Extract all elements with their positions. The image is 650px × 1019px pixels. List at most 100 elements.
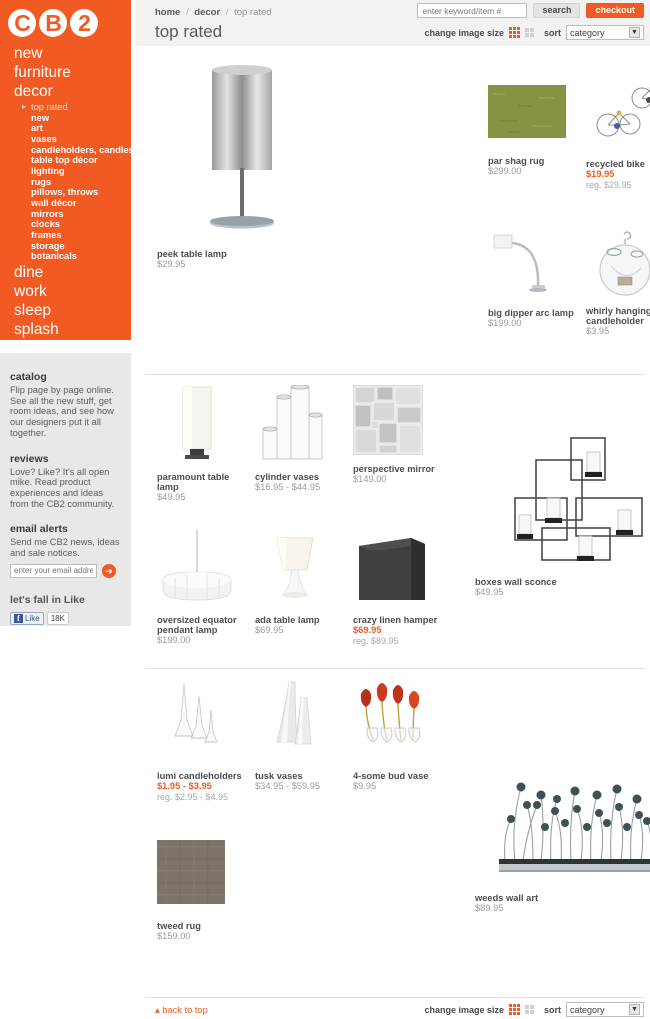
- par-shag-rug-image: [488, 85, 566, 138]
- footer-sort-select[interactable]: category ▼: [566, 1002, 644, 1017]
- product-price: $16.95 - $44.95: [255, 482, 321, 492]
- email-input[interactable]: [10, 563, 97, 578]
- product-weeds-wall-art[interactable]: weeds wall art $89.95: [475, 765, 650, 914]
- subnav-item-vases[interactable]: vases: [14, 134, 134, 146]
- subnav-item-pillows-throws[interactable]: pillows, throws: [14, 188, 134, 199]
- email-submit-arrow-icon[interactable]: ➜: [102, 563, 116, 578]
- email-alerts-text: Send me CB2 news, ideas and sale notices…: [10, 537, 120, 559]
- product-4-some-bud-vase[interactable]: 4-some bud vase $9.95: [353, 680, 448, 792]
- subnav-item-rugs[interactable]: rugs: [14, 177, 134, 188]
- section-divider-2: [145, 668, 645, 669]
- product-name: tusk vases: [255, 771, 303, 781]
- sort-select[interactable]: category ▼: [566, 25, 644, 40]
- nav-item-sleep[interactable]: sleep: [14, 301, 134, 320]
- reviews-block: reviews Love? Like? It's all open mike. …: [0, 439, 131, 510]
- page-title: top rated: [155, 22, 223, 41]
- product-tusk-vases[interactable]: tusk vases $34.95 - $59.95: [255, 680, 350, 792]
- product-price: $29.95: [157, 259, 186, 269]
- breadcrumb-decor[interactable]: decor: [194, 7, 220, 18]
- cylinder-vases-image: [262, 384, 323, 460]
- product-name: cylinder vases: [255, 472, 320, 482]
- product-name: boxes wall sconce: [475, 577, 557, 587]
- subnav-item-clocks[interactable]: clocks: [14, 220, 134, 231]
- subnav-item-wall-decor[interactable]: wall décor: [14, 198, 134, 210]
- product-oversized-equator-pendant-lamp[interactable]: oversized equator pendant lamp $199.00: [157, 528, 252, 646]
- product-par-shag-rug[interactable]: par shag rug $299.00: [488, 85, 583, 177]
- product-price: $1.95 - $3.95: [157, 781, 212, 791]
- catalog-title: catalog: [10, 371, 47, 383]
- footer-sort-value: category: [570, 1004, 605, 1015]
- subnav-item-art[interactable]: art: [14, 124, 134, 135]
- primary-navigation-panel: C B 2 new furniture decor top rated new …: [0, 0, 134, 393]
- nav-item-new[interactable]: new: [14, 45, 134, 64]
- reviews-text[interactable]: Love? Like? It's all open mike. Read pro…: [10, 467, 121, 510]
- product-regular-price: reg. $29.95: [586, 179, 632, 190]
- product-price: $49.95: [157, 492, 186, 502]
- page-header: home / decor / top rated top rated searc…: [135, 0, 650, 46]
- product-name: par shag rug: [488, 156, 545, 166]
- search-input[interactable]: [417, 3, 528, 18]
- product-name: 4-some bud vase: [353, 771, 429, 781]
- product-cylinder-vases[interactable]: cylinder vases $16.95 - $44.95: [255, 384, 350, 493]
- product-boxes-wall-sconce[interactable]: boxes wall sconce $49.95: [475, 430, 650, 598]
- nav-item-dine[interactable]: dine: [14, 264, 134, 283]
- product-tweed-rug[interactable]: tweed rug $159.00: [157, 840, 252, 942]
- footer-grid-small-icon[interactable]: [508, 1004, 520, 1015]
- checkout-button[interactable]: checkout: [586, 3, 644, 18]
- product-big-dipper-arc-lamp[interactable]: big dipper arc lamp $199.00: [488, 225, 583, 329]
- subnav-item-storage[interactable]: storage: [14, 241, 134, 252]
- like-count-badge: 18K: [46, 611, 69, 625]
- breadcrumb-separator-2: /: [225, 7, 229, 18]
- product-name: oversized equator pendant lamp: [157, 615, 237, 635]
- product-price: $69.95: [353, 625, 382, 635]
- product-name: peek table lamp: [157, 249, 227, 259]
- nav-item-furniture[interactable]: furniture: [14, 64, 134, 83]
- section-divider-1: [145, 374, 645, 375]
- search-button[interactable]: search: [533, 3, 581, 18]
- product-price: $299.00: [488, 166, 522, 176]
- product-name: weeds wall art: [475, 893, 539, 903]
- peek-table-lamp-image: [210, 65, 274, 229]
- subnav-item-new[interactable]: new: [14, 113, 134, 124]
- product-name: big dipper arc lamp: [488, 308, 574, 318]
- subnav-item-frames[interactable]: frames: [14, 230, 134, 242]
- email-alerts-block: email alerts Send me CB2 news, ideas and…: [0, 509, 131, 558]
- grid-small-icon[interactable]: [508, 27, 520, 38]
- breadcrumb-home[interactable]: home: [155, 7, 180, 18]
- subnav-item-botanicals[interactable]: botanicals: [14, 252, 134, 263]
- nav-item-splash[interactable]: splash: [14, 320, 134, 339]
- product-peek-table-lamp[interactable]: peek table lamp $29.95: [157, 50, 327, 270]
- logo-letter-c: C: [8, 9, 36, 37]
- facebook-icon: f: [14, 613, 23, 623]
- cb2-logo[interactable]: C B 2: [8, 9, 98, 37]
- product-price: $89.95: [475, 903, 504, 913]
- facebook-like-button[interactable]: f Like: [10, 611, 44, 625]
- product-perspective-mirror[interactable]: perspective mirror $149.00: [353, 385, 448, 485]
- subnav-item-top-rated[interactable]: top rated: [14, 102, 134, 114]
- nav-item-decor[interactable]: decor: [14, 83, 134, 102]
- product-recycled-bike[interactable]: recycled bike $19.95 reg. $29.95: [586, 80, 650, 190]
- subnav-item-lighting[interactable]: lighting: [14, 166, 134, 178]
- product-paramount-table-lamp[interactable]: paramount table lamp $49.95: [157, 385, 252, 503]
- tusk-vases-image: [276, 681, 312, 745]
- grid-large-icon[interactable]: [524, 28, 534, 37]
- facebook-like-row: f Like 18K: [0, 611, 131, 625]
- product-ada-table-lamp[interactable]: ada table lamp $69.95: [255, 528, 350, 636]
- big-dipper-arc-lamp-image: [493, 234, 547, 292]
- subnav-item-mirrors[interactable]: mirrors: [14, 209, 134, 220]
- footer-grid-large-icon[interactable]: [524, 1005, 534, 1014]
- product-crazy-linen-hamper[interactable]: crazy linen hamper $69.95 reg. $89.95: [353, 528, 448, 646]
- product-regular-price: reg. $2.95 - $4.95: [157, 791, 229, 802]
- back-to-top-link[interactable]: ▴ back to top: [155, 1005, 208, 1016]
- nav-list: new furniture decor top rated new art va…: [14, 45, 134, 396]
- boxes-wall-sconce-image: [514, 437, 643, 561]
- footer-change-image-size-label: change image size: [424, 1004, 504, 1015]
- catalog-text[interactable]: Flip page by page online. See all the ne…: [10, 385, 121, 439]
- subnav-item-table-top-decor[interactable]: table top décor: [14, 156, 134, 167]
- subnav-item-candleholders-candles[interactable]: candleholders, candles: [14, 145, 134, 156]
- catalog-block: catalog Flip page by page online. See al…: [0, 353, 131, 439]
- product-price: $149.00: [353, 474, 387, 484]
- product-whirly-hanging-candleholder[interactable]: whirly hanging candleholder $3.95: [586, 228, 650, 337]
- product-lumi-candleholders[interactable]: lumi candleholders $1.95 - $3.95 reg. $2…: [157, 680, 252, 802]
- nav-item-work[interactable]: work: [14, 283, 134, 302]
